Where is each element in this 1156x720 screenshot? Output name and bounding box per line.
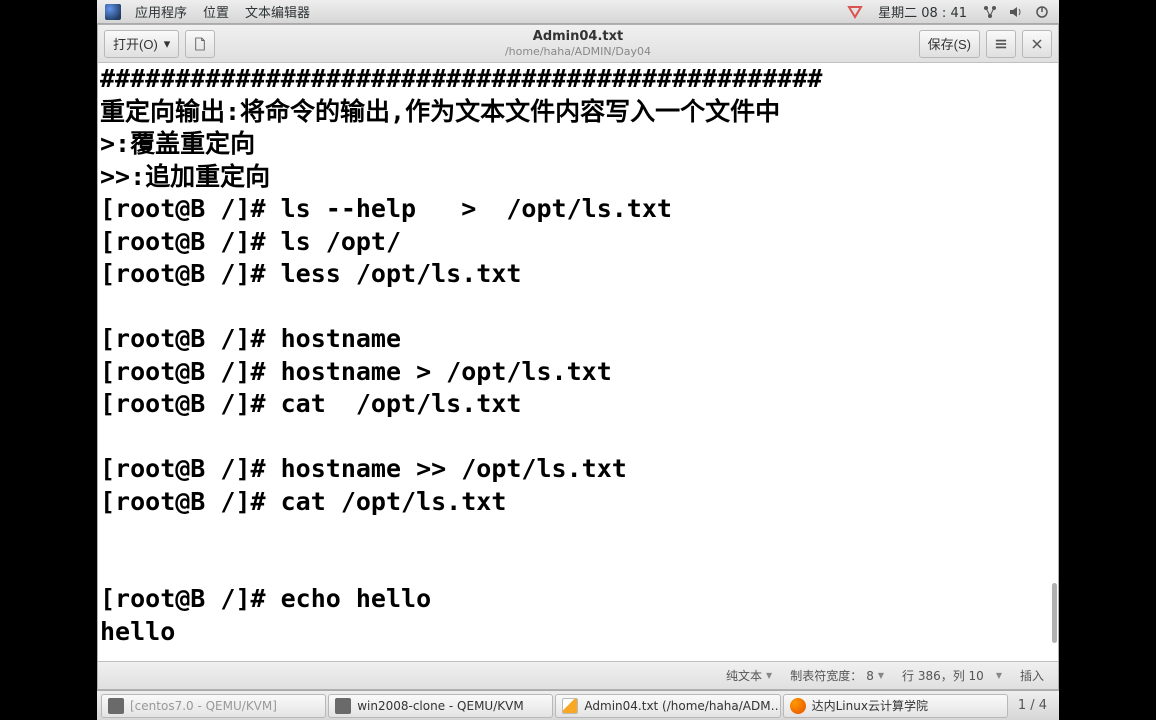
hamburger-menu-button[interactable]: [986, 30, 1016, 58]
chevron-down-icon: ▼: [766, 671, 772, 680]
text-editor-window: 打开(O) ▾ Admin04.txt /home/haha/ADMIN/Day…: [97, 24, 1059, 690]
vm-icon: [335, 698, 351, 714]
status-syntax[interactable]: 纯文本 ▼: [720, 667, 778, 684]
task-centos7[interactable]: [centos7.0 - QEMU/KVM]: [101, 694, 326, 718]
network-icon[interactable]: [981, 3, 999, 21]
save-button-label: 保存(S): [928, 34, 971, 53]
close-icon: [1031, 38, 1043, 50]
chevron-down-icon: ▾: [164, 36, 171, 52]
apps-icon[interactable]: [105, 3, 123, 21]
chevron-down-icon: ▼: [996, 671, 1002, 680]
open-button-label: 打开(O): [113, 34, 158, 53]
status-tab-width[interactable]: 制表符宽度： 8 ▼: [784, 667, 890, 684]
hamburger-icon: [995, 38, 1007, 50]
menu-texteditor[interactable]: 文本编辑器: [237, 0, 318, 23]
volume-icon[interactable]: [1007, 3, 1025, 21]
save-button[interactable]: 保存(S): [919, 30, 980, 58]
power-icon[interactable]: [1033, 3, 1051, 21]
task-firefox[interactable]: 达内Linux云计算学院: [783, 694, 1008, 718]
menu-applications[interactable]: 应用程序: [127, 0, 195, 23]
workspace-indicator[interactable]: 1 / 4: [1010, 698, 1055, 713]
task-win2008[interactable]: win2008-clone - QEMU/KVM: [328, 694, 553, 718]
status-position[interactable]: 行 386，列 10 ▼: [896, 667, 1008, 684]
menu-places[interactable]: 位置: [195, 0, 237, 23]
window-subtitle: /home/haha/ADMIN/Day04: [505, 45, 651, 58]
firefox-icon: [790, 698, 806, 714]
window-title: Admin04.txt: [505, 29, 651, 45]
task-admin04[interactable]: Admin04.txt (/home/haha/ADM…: [555, 694, 780, 718]
status-insert-mode[interactable]: 插入: [1014, 667, 1050, 684]
clock[interactable]: 星期二 08 : 41: [868, 0, 977, 23]
new-file-button[interactable]: [185, 30, 215, 58]
editor-text-area[interactable]: ########################################…: [98, 63, 1058, 661]
vm-icon: [108, 698, 124, 714]
taskbar: [centos7.0 - QEMU/KVM] win2008-clone - Q…: [97, 690, 1059, 720]
editor-icon: [562, 698, 578, 714]
close-button[interactable]: [1022, 30, 1052, 58]
window-title-block: Admin04.txt /home/haha/ADMIN/Day04: [505, 29, 651, 58]
editor-content: ########################################…: [98, 63, 1058, 648]
chevron-down-icon: ▼: [878, 671, 884, 680]
app-indicator-icon[interactable]: [846, 3, 864, 21]
editor-toolbar: 打开(O) ▾ Admin04.txt /home/haha/ADMIN/Day…: [98, 25, 1058, 63]
status-bar: 纯文本 ▼ 制表符宽度： 8 ▼ 行 386，列 10 ▼ 插入: [98, 661, 1058, 689]
top-panel: 应用程序 位置 文本编辑器 星期二 08 : 41: [97, 0, 1059, 24]
open-button[interactable]: 打开(O) ▾: [104, 30, 179, 58]
vertical-scrollbar-thumb[interactable]: [1052, 583, 1057, 643]
